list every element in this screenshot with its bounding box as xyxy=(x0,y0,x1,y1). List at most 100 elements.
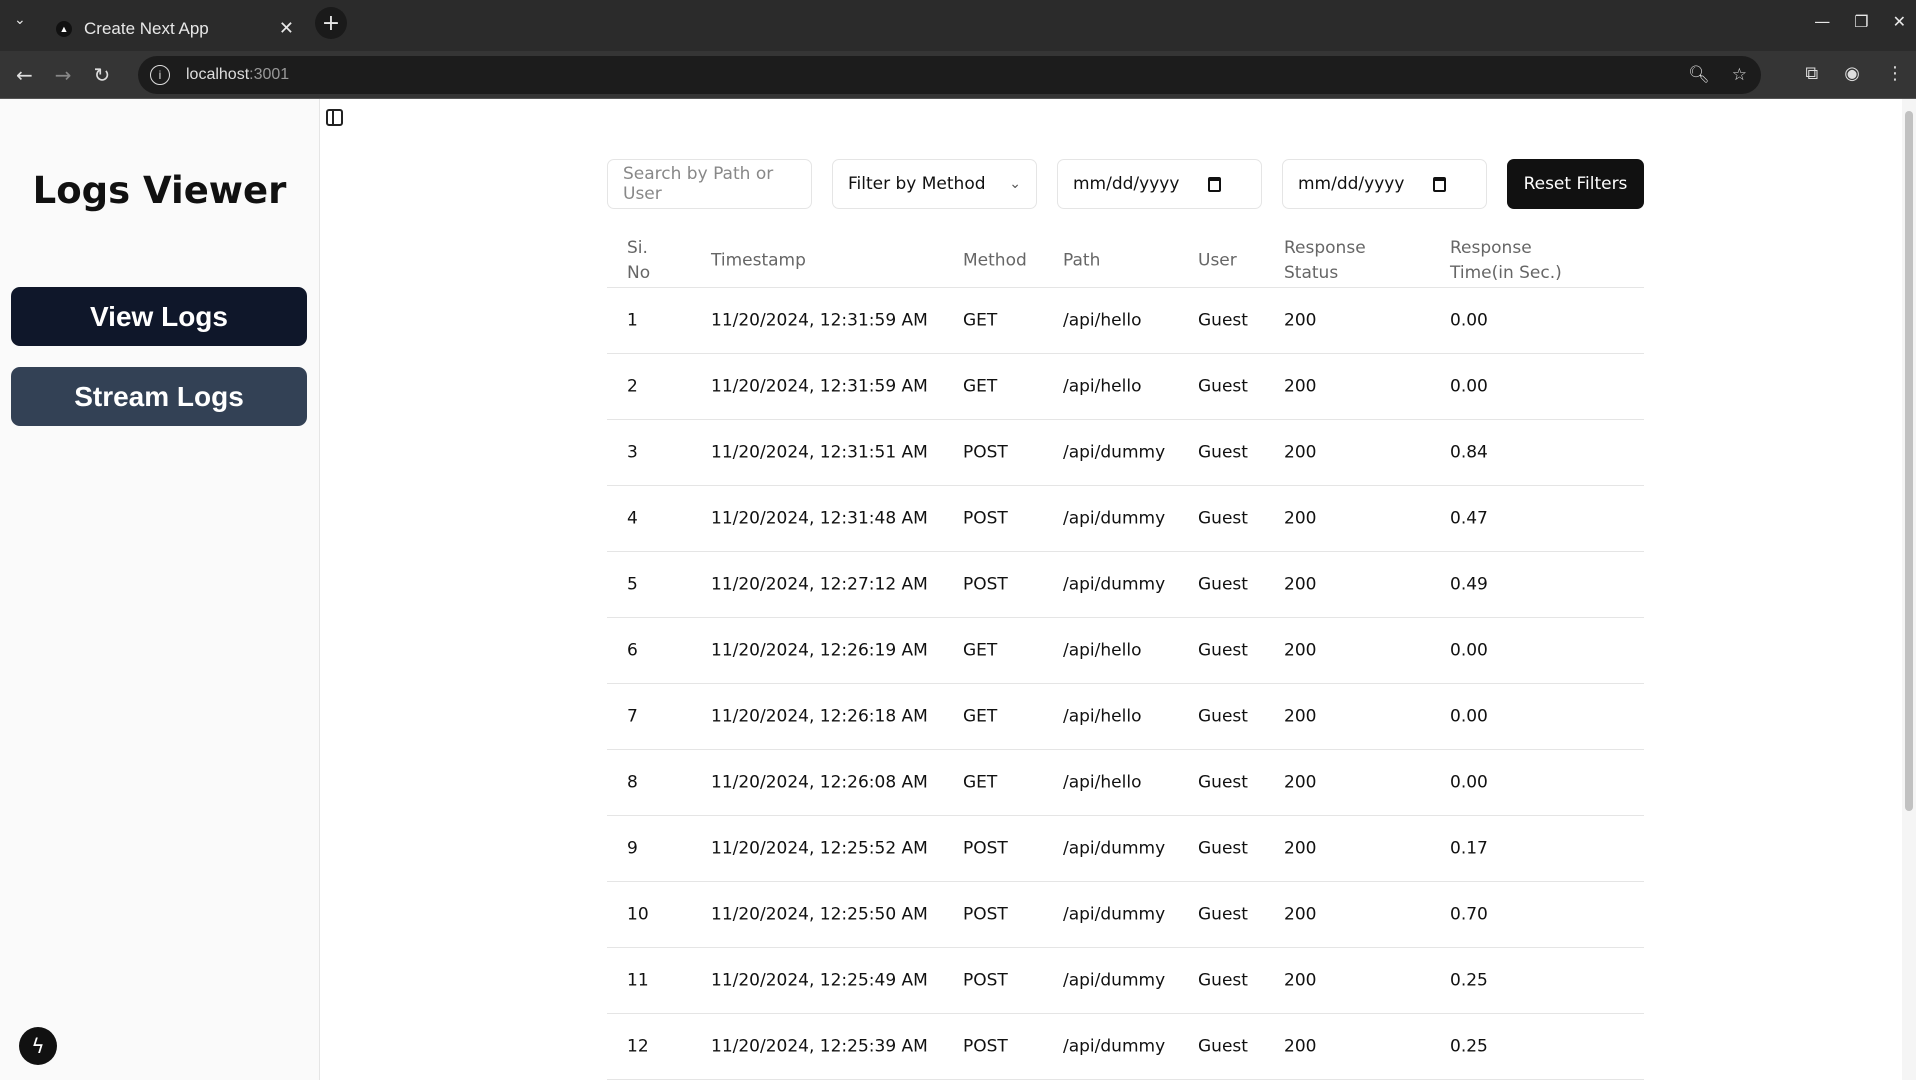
table-cell: 0.70 xyxy=(1450,904,1488,924)
table-cell: /api/dummy xyxy=(1063,442,1166,462)
table-cell: 0.47 xyxy=(1450,508,1488,528)
table-cell: Guest xyxy=(1198,442,1248,462)
table-cell: 5 xyxy=(627,574,638,594)
calendar-icon[interactable] xyxy=(1433,176,1446,192)
close-window-icon[interactable]: ✕ xyxy=(1893,12,1906,31)
table-cell: Guest xyxy=(1198,640,1248,660)
table-cell: Guest xyxy=(1198,970,1248,990)
filters-bar: Search by Path or User Filter by Method ⌄… xyxy=(607,159,1644,209)
tab-search-icon[interactable]: ⌄ xyxy=(14,12,26,28)
table-cell: /api/dummy xyxy=(1063,1036,1166,1056)
minimize-icon[interactable]: — xyxy=(1814,12,1830,31)
table-cell: 0.25 xyxy=(1450,970,1488,990)
table-cell: 0.00 xyxy=(1450,772,1488,792)
table-cell: 11 xyxy=(627,970,649,990)
table-cell: 11/20/2024, 12:31:48 AM xyxy=(711,508,928,528)
column-header: Response Time(in Sec.) xyxy=(1450,238,1562,283)
table-cell: GET xyxy=(963,706,998,726)
table-cell: 1 xyxy=(627,310,638,330)
logs-table: Si. No Timestamp Method Path User Response St… xyxy=(607,235,1644,1080)
table-cell: 7 xyxy=(627,706,638,726)
search-input[interactable]: Search by Path or User xyxy=(607,159,812,209)
reset-filters-button[interactable]: Reset Filters xyxy=(1507,159,1644,209)
table-cell: 11/20/2024, 12:31:59 AM xyxy=(711,310,928,330)
column-header: User xyxy=(1198,250,1237,271)
table-cell: 11/20/2024, 12:26:08 AM xyxy=(711,772,928,792)
table-cell: 11/20/2024, 12:26:18 AM xyxy=(711,706,928,726)
start-date-value: mm/dd/yyyy xyxy=(1073,174,1180,194)
table-cell: 9 xyxy=(627,838,638,858)
table-cell: 0.17 xyxy=(1450,838,1488,858)
table-cell: 0.00 xyxy=(1450,310,1488,330)
table-cell: POST xyxy=(963,574,1008,594)
table-row: 12 11/20/2024, 12:25:39 AM POST/api/dummy G… xyxy=(607,1014,1644,1080)
table-cell: 200 xyxy=(1284,706,1317,726)
table-cell: 11/20/2024, 12:26:19 AM xyxy=(711,640,928,660)
table-cell: 0.00 xyxy=(1450,706,1488,726)
url-host: localhost xyxy=(186,66,250,83)
table-cell: GET xyxy=(963,772,998,792)
table-row: 4 11/20/2024, 12:31:48 AM POST/api/dummy Gu… xyxy=(607,486,1644,552)
column-header: Si. No xyxy=(627,238,651,283)
table-row: 10 11/20/2024, 12:25:50 AM POST/api/dummy G… xyxy=(607,882,1644,948)
table-row: 9 11/20/2024, 12:25:52 AM POST/api/dummy Gu… xyxy=(607,816,1644,882)
table-cell: Guest xyxy=(1198,376,1248,396)
address-bar-row: ← → ↻ i localhost:3001 🔍︎ ☆ ⧉ ◉ ⋮ xyxy=(0,51,1916,99)
tab-bar: ⌄ ▲ Create Next App ✕ + — ❐ ✕ xyxy=(0,0,1916,51)
table-cell: 0.00 xyxy=(1450,376,1488,396)
table-cell: /api/hello xyxy=(1063,376,1142,396)
url-input[interactable]: i localhost:3001 🔍︎ ☆ xyxy=(138,56,1761,94)
column-header: Path xyxy=(1063,250,1101,271)
table-cell: Guest xyxy=(1198,508,1248,528)
table-cell: 11/20/2024, 12:31:51 AM xyxy=(711,442,928,462)
table-cell: Guest xyxy=(1198,772,1248,792)
table-cell: POST xyxy=(963,442,1008,462)
stream-logs-button[interactable]: Stream Logs xyxy=(11,367,307,426)
table-row: 5 11/20/2024, 12:27:12 AM POST/api/dummy Gu… xyxy=(607,552,1644,618)
new-tab-button[interactable]: + xyxy=(315,7,347,39)
browser-tab[interactable]: ▲ Create Next App ✕ xyxy=(44,6,306,51)
page-scrollbar[interactable] xyxy=(1902,99,1916,1080)
table-cell: POST xyxy=(963,838,1008,858)
table-cell: GET xyxy=(963,640,998,660)
table-cell: 200 xyxy=(1284,904,1317,924)
start-date-input[interactable]: mm/dd/yyyy xyxy=(1057,159,1262,209)
table-cell: 200 xyxy=(1284,970,1317,990)
table-cell: 3 xyxy=(627,442,638,462)
table-cell: 10 xyxy=(627,904,649,924)
column-header: Timestamp xyxy=(711,250,806,271)
close-tab-icon[interactable]: ✕ xyxy=(279,18,294,39)
url-port: :3001 xyxy=(249,66,290,83)
column-header: Response Status xyxy=(1284,238,1366,283)
back-icon[interactable]: ← xyxy=(16,63,33,87)
sidebar-toggle-icon[interactable] xyxy=(326,109,343,126)
table-cell: POST xyxy=(963,1036,1008,1056)
table-cell: POST xyxy=(963,970,1008,990)
table-cell: 200 xyxy=(1284,376,1317,396)
view-logs-button[interactable]: View Logs xyxy=(11,287,307,346)
table-row: 11 11/20/2024, 12:25:49 AM POST/api/dummy G… xyxy=(607,948,1644,1014)
table-cell: 11/20/2024, 12:31:59 AM xyxy=(711,376,928,396)
bookmark-star-icon[interactable]: ☆ xyxy=(1732,65,1747,85)
site-info-icon[interactable]: i xyxy=(150,65,170,85)
table-row: 2 11/20/2024, 12:31:59 AM GET/api/hello Gue… xyxy=(607,354,1644,420)
profile-avatar[interactable]: ◉ xyxy=(1844,63,1860,84)
table-cell: 4 xyxy=(627,508,638,528)
table-row: 6 11/20/2024, 12:26:19 AM GET/api/hello Gue… xyxy=(607,618,1644,684)
sidebar: Logs Viewer View Logs Stream Logs ϟ xyxy=(0,99,320,1080)
forward-icon[interactable]: → xyxy=(55,63,72,87)
table-cell: /api/dummy xyxy=(1063,508,1166,528)
restore-icon[interactable]: ❐ xyxy=(1854,12,1868,31)
extensions-icon[interactable]: ⧉ xyxy=(1805,63,1818,84)
table-cell: /api/hello xyxy=(1063,706,1142,726)
calendar-icon[interactable] xyxy=(1208,176,1221,192)
method-select[interactable]: Filter by Method ⌄ xyxy=(832,159,1037,209)
nextjs-favicon-icon: ▲ xyxy=(56,20,72,37)
menu-icon[interactable]: ⋮ xyxy=(1886,63,1904,84)
table-cell: 200 xyxy=(1284,310,1317,330)
nextjs-dev-tools-icon[interactable]: ϟ xyxy=(19,1027,57,1065)
table-cell: 0.00 xyxy=(1450,640,1488,660)
reload-icon[interactable]: ↻ xyxy=(94,63,111,87)
end-date-input[interactable]: mm/dd/yyyy xyxy=(1282,159,1487,209)
zoom-icon[interactable]: 🔍︎ xyxy=(1688,65,1710,85)
